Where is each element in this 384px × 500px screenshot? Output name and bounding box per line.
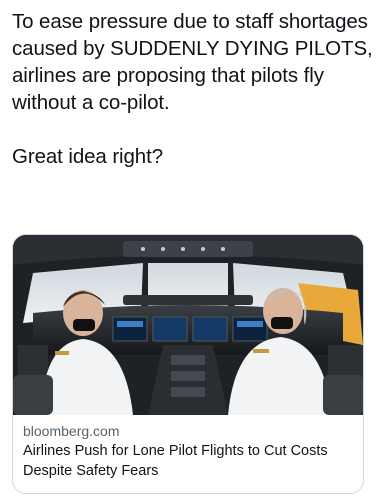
card-title[interactable]: Airlines Push for Lone Pilot Flights to …: [23, 441, 355, 481]
card-domain[interactable]: bloomberg.com: [23, 422, 355, 441]
tweet-text: To ease pressure due to staff shortages …: [12, 10, 373, 168]
card-image: [13, 235, 363, 415]
link-card[interactable]: bloomberg.com Airlines Push for Lone Pil…: [12, 234, 364, 494]
card-meta[interactable]: bloomberg.com Airlines Push for Lone Pil…: [23, 422, 355, 481]
